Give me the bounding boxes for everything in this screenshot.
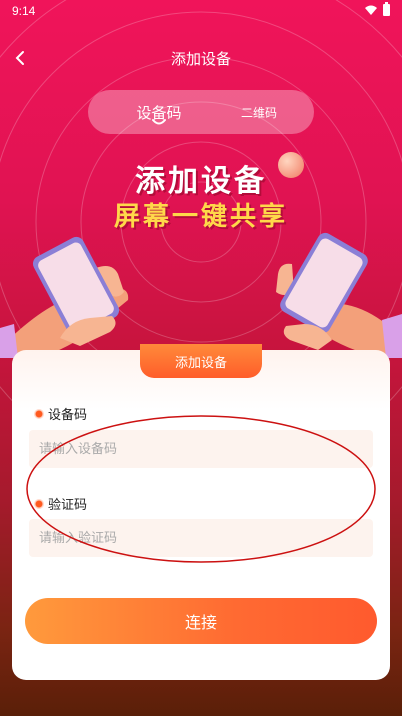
hero-title: 添加设备 bbox=[135, 164, 267, 199]
connect-button[interactable]: 连接 bbox=[25, 598, 377, 644]
tab-qr-code[interactable]: 二维码 bbox=[214, 90, 304, 134]
verify-code-input[interactable] bbox=[29, 519, 373, 557]
card-tab-label: 添加设备 bbox=[140, 344, 262, 378]
page-title: 添加设备 bbox=[170, 50, 231, 68]
device-code-input[interactable] bbox=[29, 430, 373, 468]
device-code-label: 设备码 bbox=[34, 404, 87, 423]
battery-icon bbox=[383, 2, 390, 16]
tab-device-code[interactable]: 设备码 bbox=[114, 90, 204, 134]
label-dot-icon bbox=[34, 498, 44, 509]
verify-code-label-text: 验证码 bbox=[48, 498, 88, 513]
verify-code-label: 验证码 bbox=[34, 494, 87, 513]
status-icons bbox=[365, 2, 390, 16]
status-time: 9:14 bbox=[12, 4, 36, 18]
status-bar: 9:14 bbox=[0, 0, 402, 24]
hand-phone-left-illustration bbox=[0, 236, 129, 358]
device-code-label-text: 设备码 bbox=[48, 408, 88, 423]
hand-phone-right-illustration bbox=[276, 232, 402, 358]
tab-switch: 设备码 二维码 bbox=[88, 90, 314, 134]
label-dot-icon bbox=[34, 408, 44, 419]
tab-active-indicator bbox=[152, 119, 166, 125]
wifi-icon bbox=[365, 5, 377, 15]
